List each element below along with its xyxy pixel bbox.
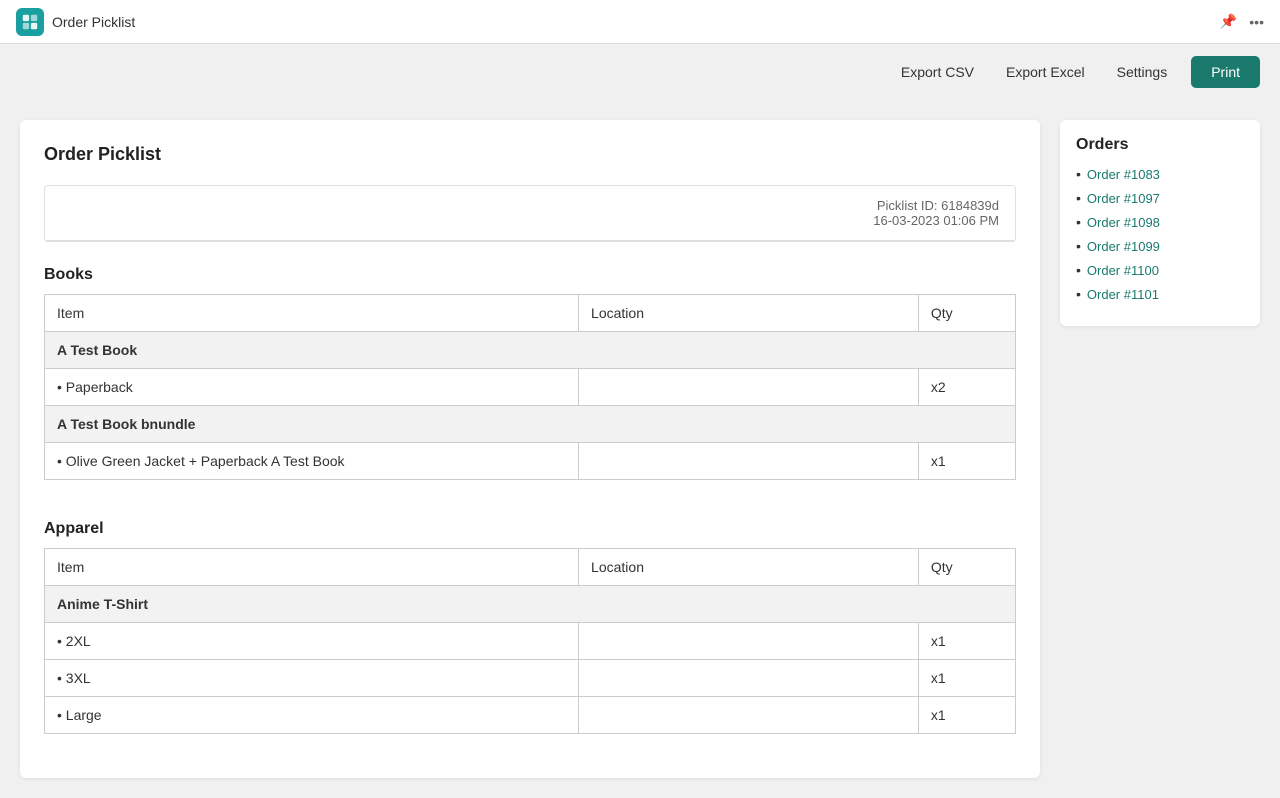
content-area: Order Picklist Picklist ID: 6184839d 16-… — [20, 120, 1040, 778]
more-icon[interactable]: ••• — [1249, 14, 1264, 30]
export-excel-button[interactable]: Export Excel — [998, 60, 1093, 84]
item-name: • 3XL — [45, 660, 579, 697]
picklist-date: 16-03-2023 01:06 PM — [61, 213, 999, 228]
app-title: Order Picklist — [52, 14, 135, 30]
item-row-1-0-2: • Large x1 — [45, 697, 1016, 734]
group-row-0-0: A Test Book — [45, 332, 1016, 369]
group-row-1-0: Anime T-Shirt — [45, 586, 1016, 623]
sidebar: Orders Order #1083 Order #1097 Order #1098… — [1060, 120, 1260, 326]
item-qty: x1 — [918, 443, 1015, 480]
sidebar-order-item-2: Order #1098 — [1076, 214, 1244, 230]
page-title: Order Picklist — [44, 144, 1016, 165]
col-header-item: Item — [45, 549, 579, 586]
item-location — [579, 660, 919, 697]
item-qty: x1 — [918, 660, 1015, 697]
item-location — [579, 443, 919, 480]
picklist-id: Picklist ID: 6184839d — [61, 198, 999, 213]
item-location — [579, 697, 919, 734]
section-apparel: Apparel Item Location Qty Anime T-Shirt … — [44, 520, 1016, 754]
sidebar-order-link-2[interactable]: Order #1098 — [1087, 215, 1160, 230]
main-layout: Order Picklist Picklist ID: 6184839d 16-… — [0, 100, 1280, 798]
item-location — [579, 369, 919, 406]
orders-list: Order #1083 Order #1097 Order #1098 Order #… — [1076, 166, 1244, 302]
sidebar-title: Orders — [1076, 136, 1244, 154]
col-header-qty: Qty — [918, 295, 1015, 332]
col-header-qty: Qty — [918, 549, 1015, 586]
item-name: • Large — [45, 697, 579, 734]
col-header-location: Location — [579, 549, 919, 586]
sidebar-order-item-3: Order #1099 — [1076, 238, 1244, 254]
section-title-0: Books — [44, 266, 1016, 284]
sidebar-order-item-0: Order #1083 — [1076, 166, 1244, 182]
picklist-header: Picklist ID: 6184839d 16-03-2023 01:06 P… — [45, 186, 1015, 241]
table-0: Item Location Qty A Test Book • Paperbac… — [44, 294, 1016, 480]
group-name: A Test Book — [45, 332, 1016, 369]
app-icon — [16, 8, 44, 36]
item-row-1-0-1: • 3XL x1 — [45, 660, 1016, 697]
picklist-card: Picklist ID: 6184839d 16-03-2023 01:06 P… — [44, 185, 1016, 242]
sidebar-order-item-1: Order #1097 — [1076, 190, 1244, 206]
print-button[interactable]: Print — [1191, 56, 1260, 88]
sidebar-order-link-3[interactable]: Order #1099 — [1087, 239, 1160, 254]
top-bar: Order Picklist 📌 ••• — [0, 0, 1280, 44]
export-csv-button[interactable]: Export CSV — [893, 60, 982, 84]
item-name: • 2XL — [45, 623, 579, 660]
sidebar-order-item-5: Order #1101 — [1076, 286, 1244, 302]
section-books: Books Item Location Qty A Test Book • Pa… — [44, 266, 1016, 500]
settings-button[interactable]: Settings — [1109, 60, 1176, 84]
col-header-item: Item — [45, 295, 579, 332]
sidebar-order-link-4[interactable]: Order #1100 — [1087, 263, 1159, 278]
group-row-0-1: A Test Book bnundle — [45, 406, 1016, 443]
group-name: Anime T-Shirt — [45, 586, 1016, 623]
toolbar: Export CSV Export Excel Settings Print — [0, 44, 1280, 100]
top-bar-left: Order Picklist — [16, 8, 135, 36]
item-row-0-0-0: • Paperback x2 — [45, 369, 1016, 406]
table-1: Item Location Qty Anime T-Shirt • 2XL x1… — [44, 548, 1016, 734]
sidebar-order-item-4: Order #1100 — [1076, 262, 1244, 278]
section-title-1: Apparel — [44, 520, 1016, 538]
sidebar-order-link-5[interactable]: Order #1101 — [1087, 287, 1159, 302]
item-qty: x2 — [918, 369, 1015, 406]
item-row-0-1-0: • Olive Green Jacket + Paperback A Test … — [45, 443, 1016, 480]
item-row-1-0-0: • 2XL x1 — [45, 623, 1016, 660]
top-bar-actions: 📌 ••• — [1220, 13, 1264, 30]
sections-container: Books Item Location Qty A Test Book • Pa… — [44, 266, 1016, 754]
pin-icon[interactable]: 📌 — [1220, 13, 1237, 30]
item-location — [579, 623, 919, 660]
sidebar-order-link-0[interactable]: Order #1083 — [1087, 167, 1160, 182]
item-qty: x1 — [918, 623, 1015, 660]
item-name: • Olive Green Jacket + Paperback A Test … — [45, 443, 579, 480]
item-qty: x1 — [918, 697, 1015, 734]
item-name: • Paperback — [45, 369, 579, 406]
group-name: A Test Book bnundle — [45, 406, 1016, 443]
col-header-location: Location — [579, 295, 919, 332]
sidebar-order-link-1[interactable]: Order #1097 — [1087, 191, 1160, 206]
